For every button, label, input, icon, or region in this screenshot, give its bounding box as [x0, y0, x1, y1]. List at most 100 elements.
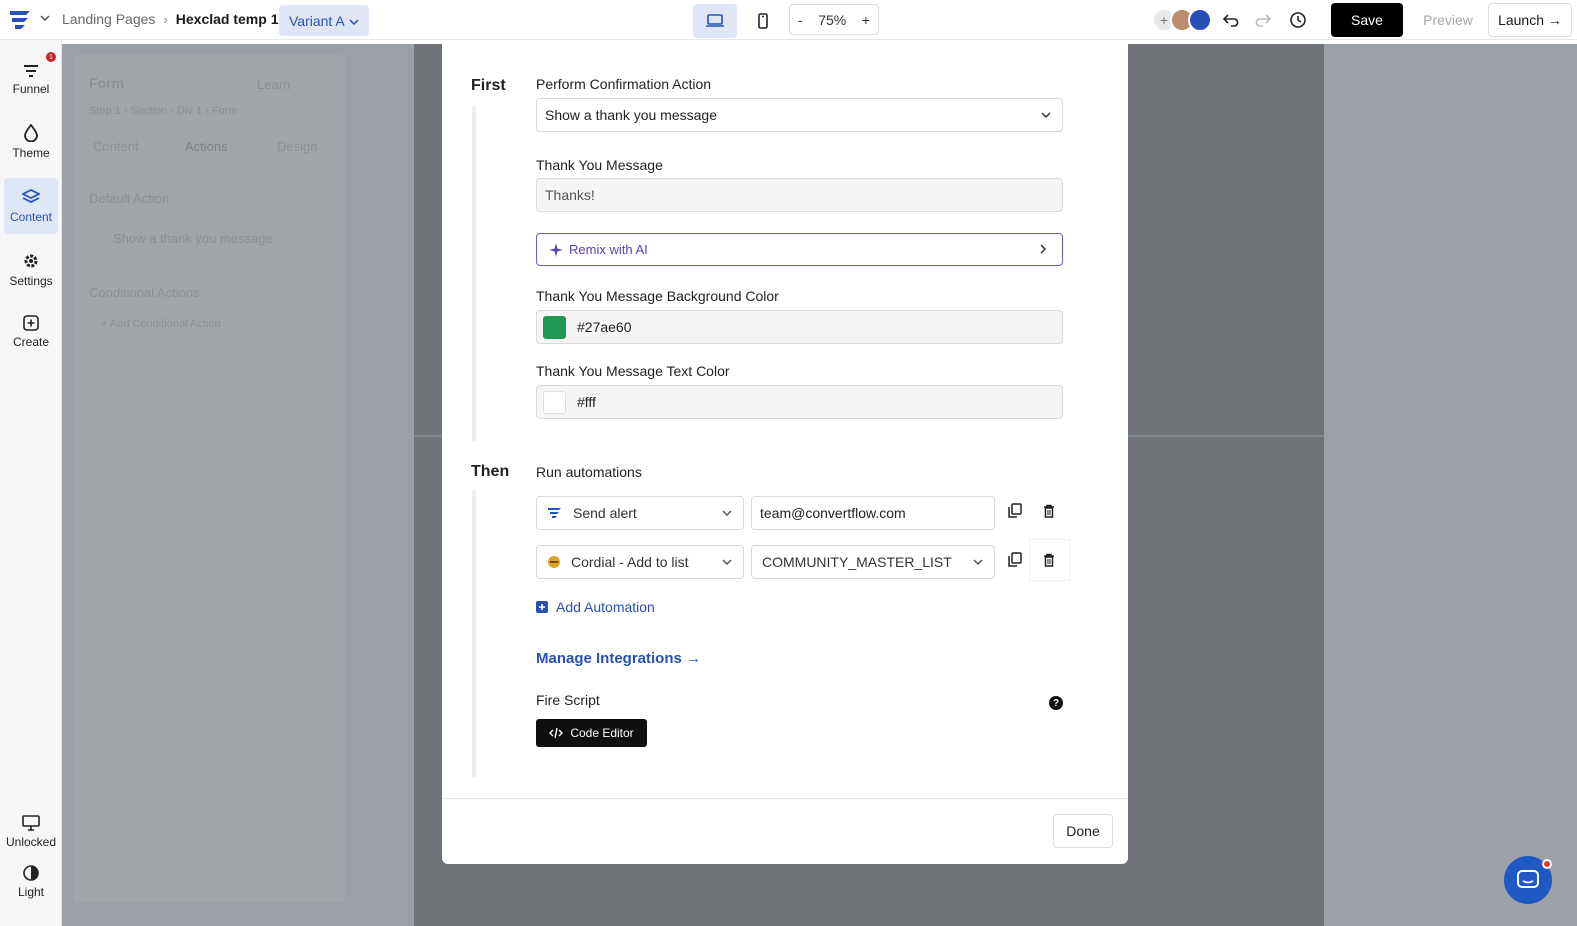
done-button[interactable]: Done: [1053, 814, 1113, 848]
thank-you-message-label: Thank You Message: [536, 157, 663, 173]
code-icon: [549, 727, 564, 739]
panel-conditional-label: Conditional Actions: [89, 285, 200, 300]
nav-funnel-label: Funnel: [12, 82, 50, 96]
undo-icon[interactable]: [1220, 8, 1244, 32]
nav-create-label: Create: [12, 335, 50, 349]
convertflow-logo-icon[interactable]: [8, 8, 34, 32]
collaborator-avatars[interactable]: +: [1152, 8, 1212, 32]
zoom-control: - 75% +: [789, 4, 879, 35]
panel-default-action-value: Show a thank you message: [113, 231, 273, 246]
panel-learn-link: Learn: [257, 77, 291, 92]
cordial-icon: [548, 556, 560, 568]
code-editor-label: Code Editor: [570, 726, 634, 740]
breadcrumb-landing-pages[interactable]: Landing Pages: [62, 11, 155, 27]
confirmation-action-value: Show a thank you message: [545, 107, 717, 123]
launch-button[interactable]: Launch →: [1488, 3, 1572, 37]
zoom-in-button[interactable]: +: [862, 12, 870, 28]
then-section-rule: [472, 490, 476, 778]
help-icon[interactable]: ?: [1049, 696, 1063, 710]
code-editor-button[interactable]: Code Editor: [536, 719, 647, 747]
fire-script-label: Fire Script: [536, 692, 600, 708]
chevron-down-icon: [1040, 108, 1052, 125]
device-toggle: [693, 4, 785, 38]
automation-type-select[interactable]: Send alert: [536, 496, 744, 530]
laptop-icon: [706, 14, 724, 27]
top-bar: Landing Pages › Hexclad temp 1 Variant A…: [0, 0, 1577, 40]
notification-badge: 1: [46, 52, 56, 62]
breadcrumb-page-name[interactable]: Hexclad temp 1: [176, 11, 279, 27]
modal-footer-divider: [442, 798, 1128, 799]
chevron-down-icon: [972, 555, 984, 572]
panel-tab-actions: Actions: [185, 139, 228, 154]
save-button[interactable]: Save: [1331, 3, 1403, 37]
avatar: [1188, 8, 1212, 32]
automation-type-select[interactable]: Cordial - Add to list: [536, 545, 744, 579]
automation-type-value: Send alert: [573, 505, 637, 521]
nav-funnel[interactable]: Funnel 1: [4, 52, 58, 108]
trash-icon[interactable]: [1039, 550, 1059, 570]
nav-theme[interactable]: Theme: [4, 114, 58, 170]
droplet-icon: [24, 124, 38, 142]
bg-color-input[interactable]: #27ae60: [536, 310, 1063, 344]
panel-tab-design: Design: [277, 139, 318, 154]
chevron-right-icon: [1038, 242, 1048, 259]
alert-email-input[interactable]: team@convertflow.com: [751, 496, 995, 530]
chevron-down-icon: [721, 506, 733, 523]
redo-icon[interactable]: [1250, 8, 1274, 32]
variant-dropdown[interactable]: Variant A: [279, 5, 369, 36]
text-color-label: Thank You Message Text Color: [536, 363, 730, 379]
contrast-icon: [23, 865, 39, 881]
layers-icon: [22, 189, 40, 203]
variant-label: Variant A: [289, 12, 345, 29]
text-color-input[interactable]: #fff: [536, 385, 1063, 419]
chevron-down-icon: [349, 13, 359, 29]
breadcrumb-separator-icon: ›: [163, 11, 168, 27]
mobile-icon: [758, 13, 768, 29]
nav-unlocked[interactable]: Unlocked: [4, 804, 58, 860]
first-section-rule: [472, 106, 476, 442]
nav-create[interactable]: Create: [4, 304, 58, 360]
panel-path: Step 1 › Section › Div 1 › Form: [89, 105, 238, 117]
confirmation-action-label: Perform Confirmation Action: [536, 76, 712, 92]
nav-content[interactable]: Content: [4, 178, 58, 234]
logo-menu-chevron-icon[interactable]: [40, 13, 50, 25]
left-nav-rail: Funnel 1 Theme Content Settings Create U…: [0, 40, 62, 926]
nav-theme-label: Theme: [12, 146, 50, 160]
nav-light-mode[interactable]: Light: [4, 854, 58, 910]
manage-integrations-link[interactable]: Manage Integrations →: [536, 650, 701, 667]
mobile-view-button[interactable]: [741, 4, 785, 38]
remix-with-ai-button[interactable]: Remix with AI: [536, 233, 1063, 266]
monitor-icon: [22, 815, 40, 831]
nav-light-label: Light: [17, 885, 45, 899]
panel-tab-content: Content: [93, 139, 139, 154]
zoom-out-button[interactable]: -: [798, 12, 803, 28]
remix-label: Remix with AI: [569, 242, 648, 257]
panel-add-conditional: + Add Conditional Action: [101, 318, 221, 330]
bg-color-label: Thank You Message Background Color: [536, 288, 779, 304]
panel-default-action-label: Default Action: [89, 191, 170, 206]
desktop-view-button[interactable]: [693, 4, 737, 38]
thank-you-message-input[interactable]: Thanks!: [536, 178, 1063, 212]
nav-unlocked-label: Unlocked: [5, 835, 57, 849]
bg-color-swatch[interactable]: [543, 315, 566, 339]
text-color-swatch[interactable]: [543, 390, 566, 414]
plus-square-icon: [536, 601, 548, 613]
trash-icon[interactable]: [1039, 501, 1059, 521]
text-color-value: #fff: [577, 394, 596, 410]
preview-button[interactable]: Preview: [1410, 3, 1486, 37]
chat-icon: [1517, 870, 1539, 888]
nav-settings[interactable]: Settings: [4, 242, 58, 298]
nav-settings-label: Settings: [9, 274, 53, 288]
sparkle-icon: [549, 242, 563, 257]
convertflow-alert-icon: [548, 508, 561, 518]
duplicate-icon[interactable]: [1005, 501, 1025, 521]
breadcrumb: Landing Pages › Hexclad temp 1: [62, 11, 278, 27]
bg-color-value: #27ae60: [577, 319, 632, 335]
add-automation-button[interactable]: Add Automation: [536, 599, 655, 615]
thank-you-message-value: Thanks!: [545, 187, 595, 203]
zoom-level: 75%: [818, 11, 847, 28]
list-select[interactable]: COMMUNITY_MASTER_LIST: [751, 545, 995, 579]
confirmation-action-select[interactable]: Show a thank you message: [536, 98, 1063, 132]
history-icon[interactable]: [1286, 8, 1310, 32]
duplicate-icon[interactable]: [1005, 550, 1025, 570]
